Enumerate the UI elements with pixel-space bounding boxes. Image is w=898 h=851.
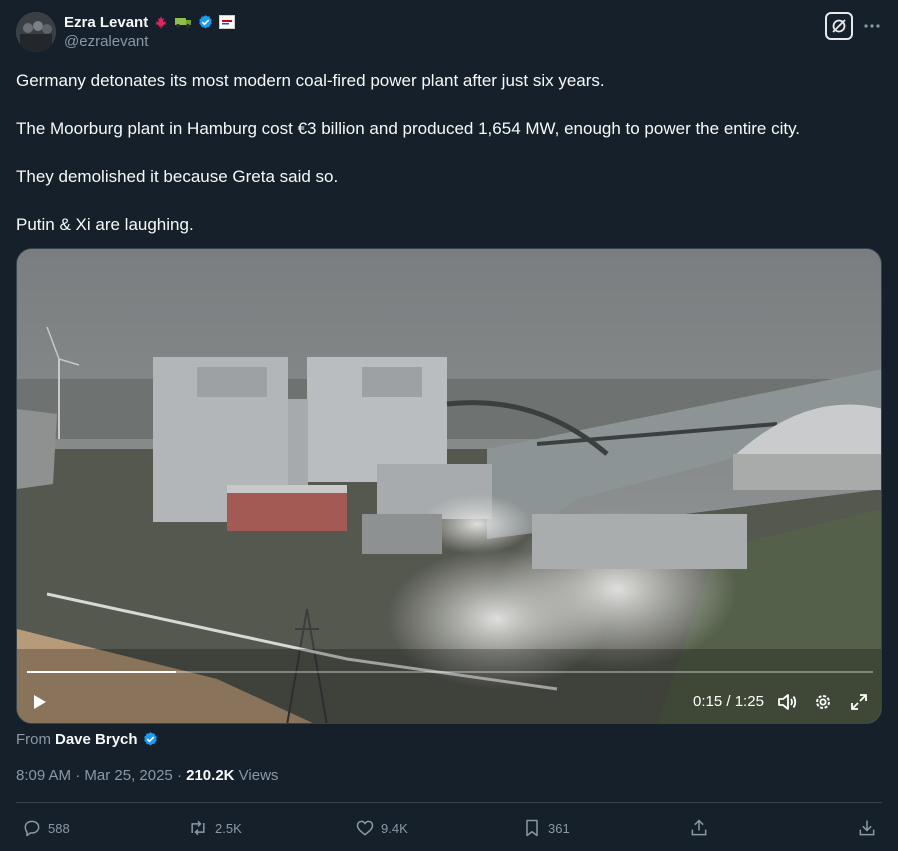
views-label: Views [238,767,279,784]
tweet: Ezra Levant @ezralevant Germany detonate… [0,0,898,851]
share-icon [691,819,707,836]
reply-count: 588 [48,820,70,836]
author-handle[interactable]: @ezralevant [64,33,148,50]
author-name-row: Ezra Levant [64,12,236,32]
share-button[interactable] [689,814,709,842]
video-progress-fill [27,671,176,673]
heart-icon [356,820,374,836]
video-progress-bar[interactable] [27,671,873,673]
verified-badge-icon [196,14,214,30]
tweet-meta: 8:09 AM · Mar 25, 2025 · 210.2K Views [16,767,278,784]
like-button[interactable]: 9.4K [355,814,408,842]
more-icon [864,24,880,28]
meta-dot: · [71,767,85,784]
fullscreen-button[interactable] [849,692,869,712]
play-icon [34,695,46,709]
like-count: 9.4K [381,820,408,836]
views-count[interactable]: 210.2K [186,767,234,784]
maple-leaf-icon [152,14,170,30]
volume-button[interactable] [777,692,797,712]
video-time: 0:15 / 1:25 [693,693,764,710]
video-time-separator: / [722,693,735,710]
repost-icon [191,820,205,836]
flag-badge-icon [218,14,236,30]
author-display-name[interactable]: Ezra Levant [64,14,148,31]
video-duration: 1:25 [734,693,764,710]
meta-dot: · [172,767,187,784]
bookmark-button[interactable]: 361 [522,814,570,842]
grok-button[interactable] [825,12,853,40]
repost-button[interactable]: 2.5K [187,814,242,842]
attribution-prefix: From [16,731,51,748]
tweet-date[interactable]: Mar 25, 2025 [84,767,172,784]
play-button[interactable] [29,692,49,712]
download-button[interactable] [857,814,877,842]
truck-icon [174,14,192,30]
video-frame [17,249,881,723]
settings-icon [816,695,830,709]
divider [16,802,882,803]
bookmark-icon [526,819,538,837]
bookmark-count: 361 [548,820,570,836]
tweet-paragraph: The Moorburg plant in Hamburg cost €3 bi… [16,119,801,138]
tweet-time[interactable]: 8:09 AM [16,767,71,784]
download-icon [859,820,875,836]
video-current-time: 0:15 [693,693,723,710]
verified-badge-icon [143,732,157,746]
reply-button[interactable]: 588 [22,814,70,842]
tweet-paragraph: They demolished it because Greta said so… [16,167,339,186]
action-bar: 588 2.5K 9.4K 361 [0,814,898,842]
tweet-paragraph: Germany detonates its most modern coal-f… [16,71,605,90]
avatar[interactable] [16,12,56,52]
attribution-author[interactable]: Dave Brych [55,731,138,748]
grok-icon [832,19,846,33]
more-options-button[interactable] [862,18,882,34]
fullscreen-icon [851,694,867,710]
video-attribution: From Dave Brych [16,731,159,748]
settings-button[interactable] [813,692,833,712]
tweet-text: Germany detonates its most modern coal-f… [16,70,880,262]
repost-count: 2.5K [215,820,242,836]
volume-icon [778,694,797,710]
reply-icon [24,820,40,837]
tweet-paragraph: Putin & Xi are laughing. [16,215,194,234]
video-player[interactable]: 0:15 / 1:25 [16,248,882,724]
